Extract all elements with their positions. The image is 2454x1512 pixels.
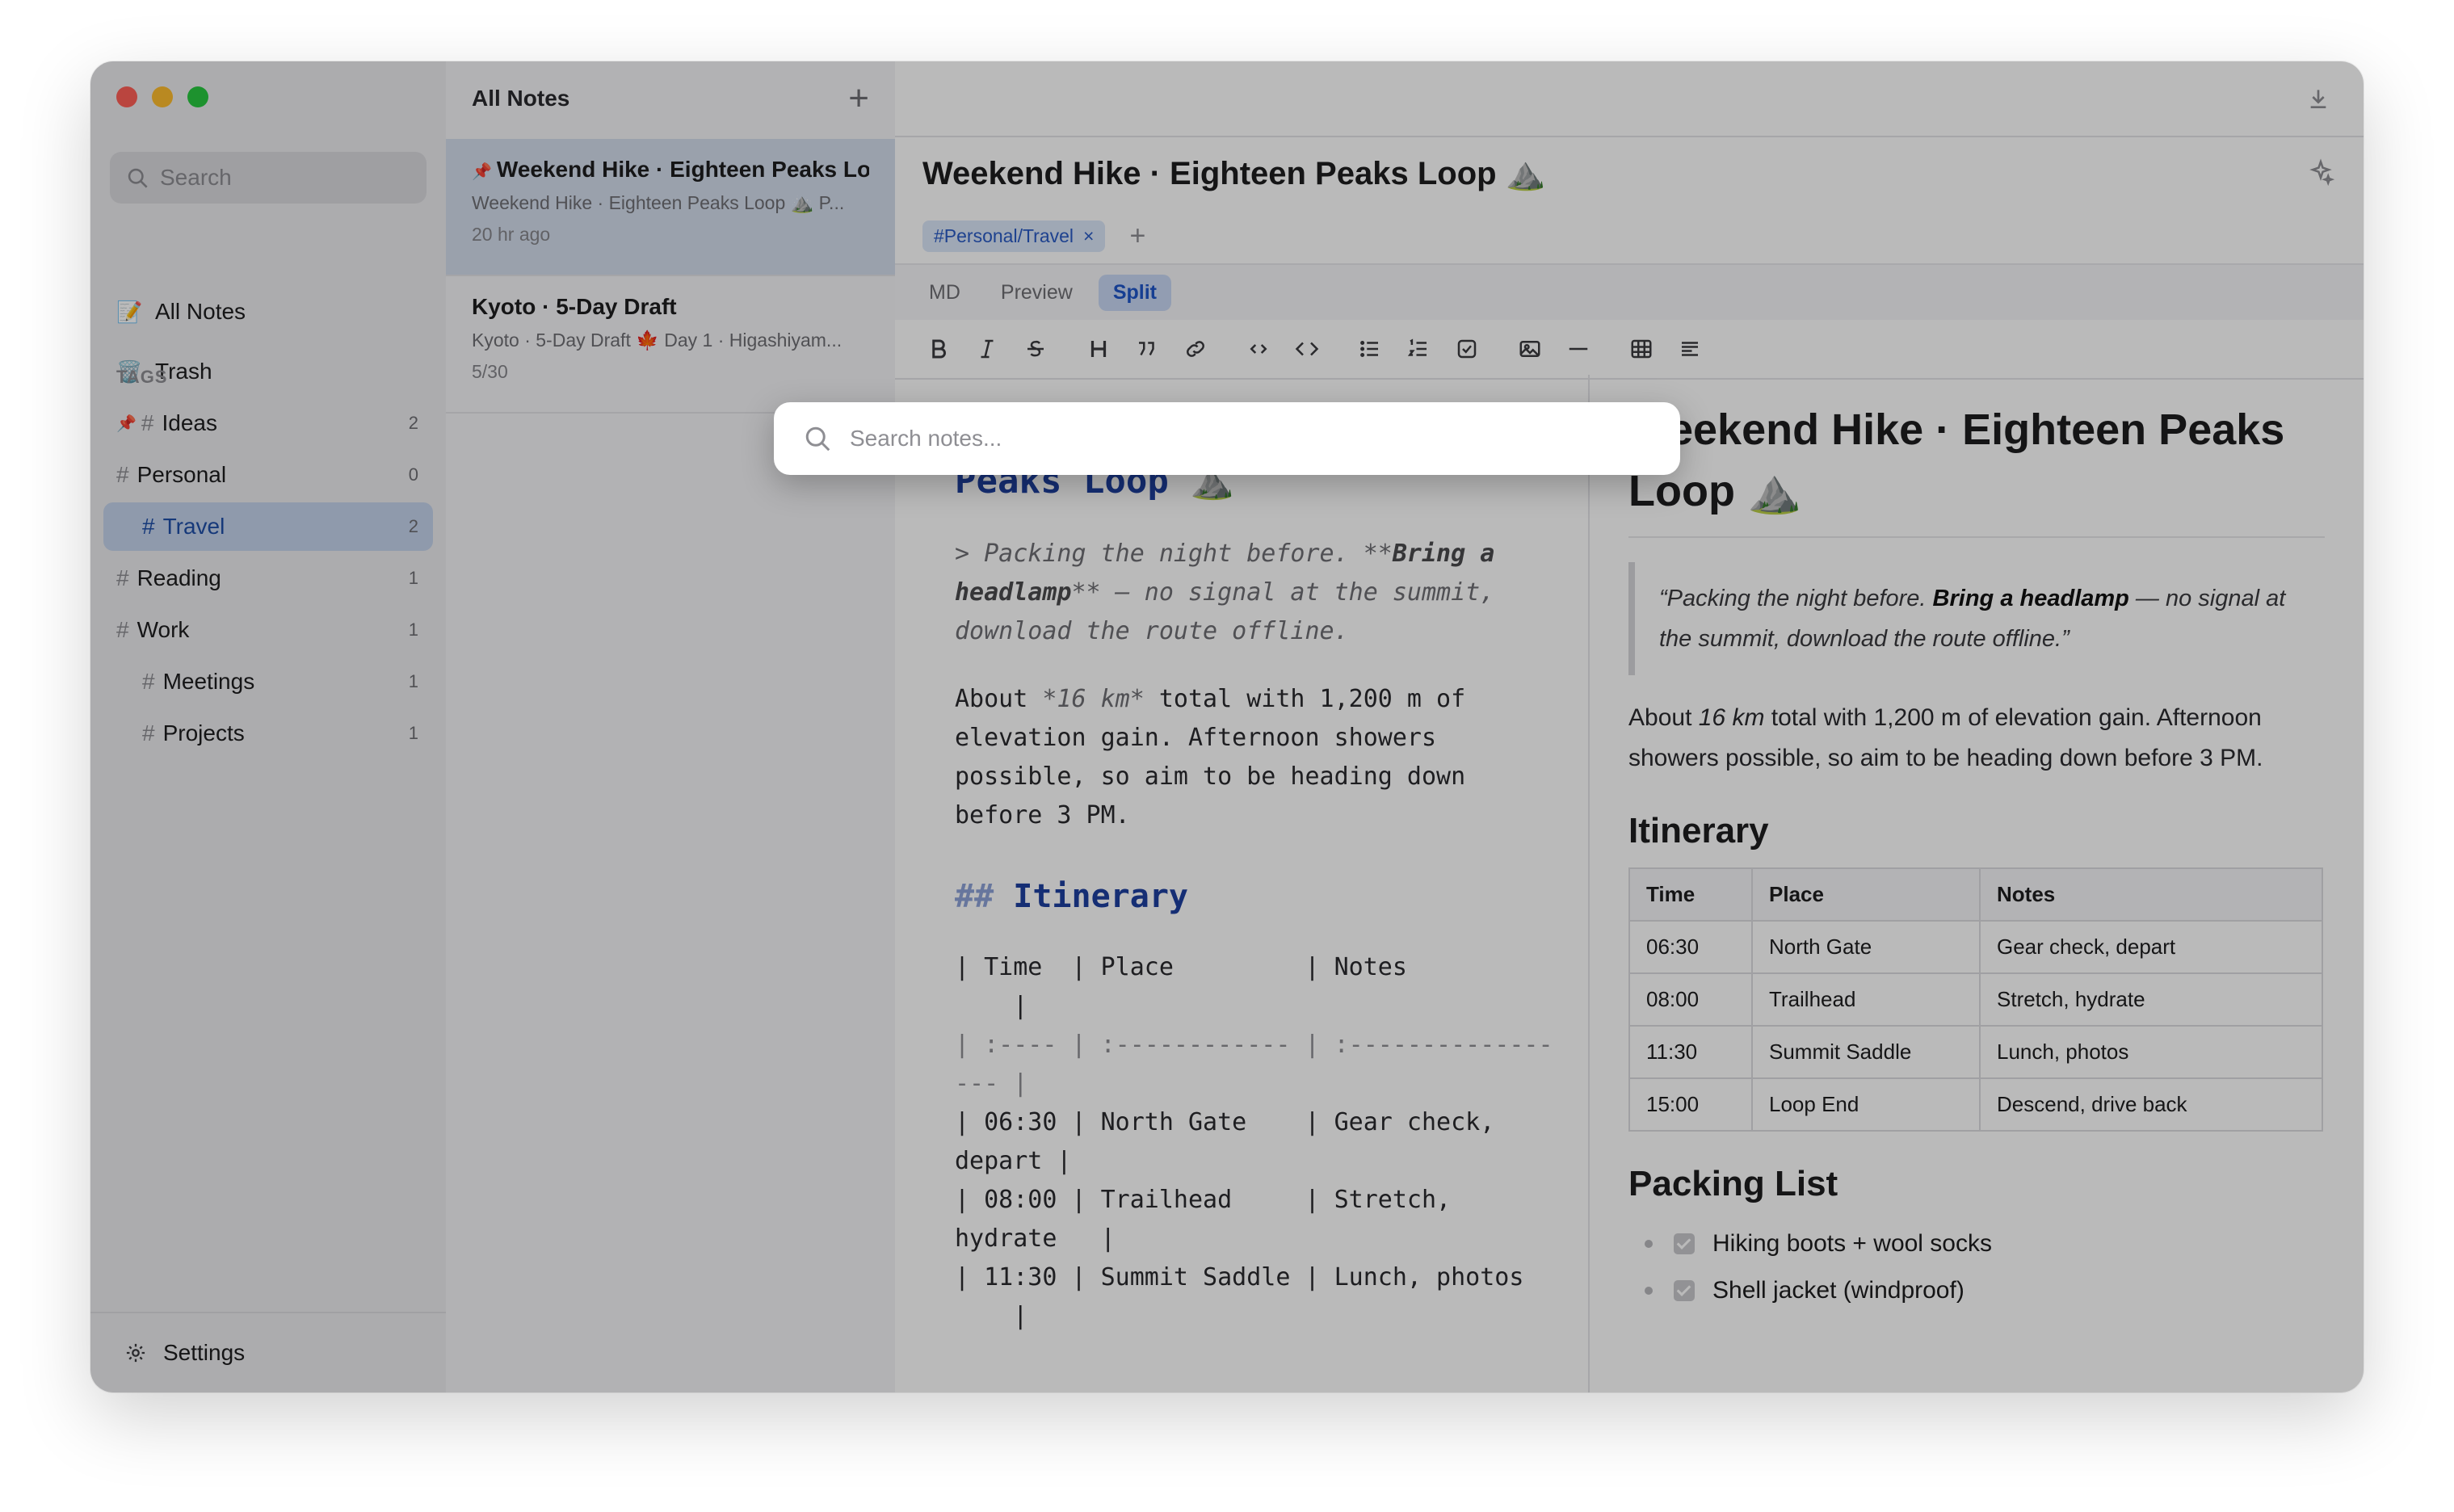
modal-backdrop[interactable] xyxy=(90,61,2364,1392)
search-palette xyxy=(774,402,1680,475)
search-notes-input[interactable] xyxy=(848,425,1643,452)
app-window: Search 📝 All Notes 🗑️ Trash TAGS 📌 # Ide… xyxy=(90,61,2364,1392)
search-icon xyxy=(805,426,830,452)
